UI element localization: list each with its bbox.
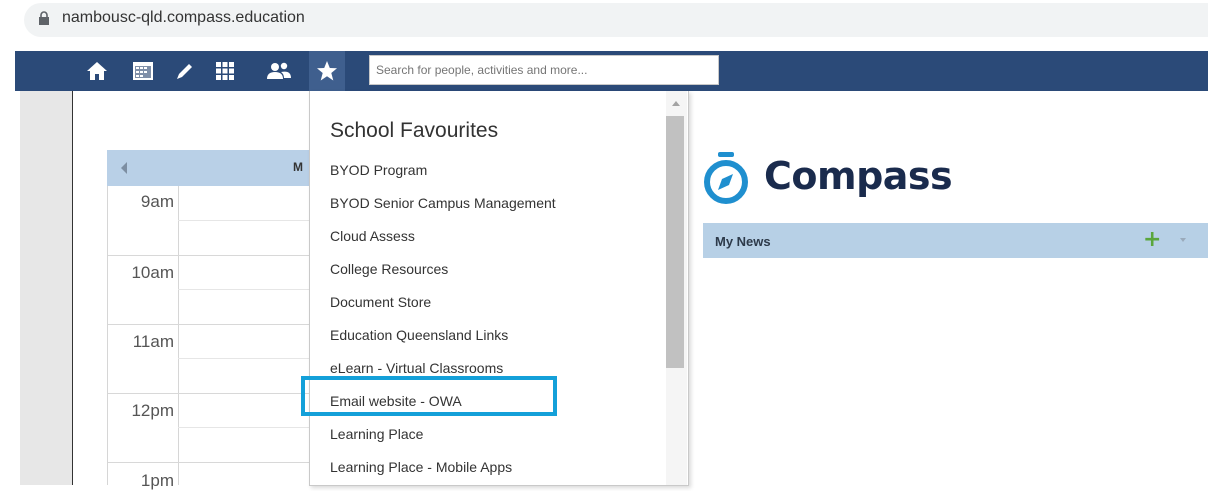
favourites-dropdown: School Favourites BYOD Program BYOD Seni… <box>309 91 689 486</box>
favourite-item[interactable]: College Resources <box>330 261 448 277</box>
favourite-item[interactable]: BYOD Senior Campus Management <box>330 195 556 211</box>
favourites-title: School Favourites <box>330 119 499 142</box>
half-hour-line <box>178 220 311 221</box>
highlight-box <box>301 376 557 416</box>
favourite-item[interactable]: Learning Place <box>330 426 423 442</box>
half-hour-line <box>178 427 311 428</box>
browser-address-bar: nambousc-qld.compass.education <box>0 0 1208 42</box>
calendar-day-label: M <box>293 160 303 174</box>
half-hour-line <box>178 358 311 359</box>
hour-line <box>108 462 311 463</box>
people-icon[interactable] <box>261 51 297 91</box>
lock-icon <box>39 11 49 25</box>
hour-label: 1pm <box>140 471 174 490</box>
favourite-item[interactable]: eLearn - Virtual Classrooms <box>330 360 503 376</box>
favourite-item[interactable]: Education Queensland Links <box>330 327 508 343</box>
pencil-icon[interactable] <box>167 51 203 91</box>
calendar-body: 9am 10am 11am 12pm 1pm <box>107 186 311 490</box>
hour-line <box>108 255 311 256</box>
chevron-down-icon[interactable] <box>1180 238 1186 242</box>
half-hour-line <box>178 289 311 290</box>
hour-label: 12pm <box>131 401 174 420</box>
url-text[interactable]: nambousc-qld.compass.education <box>62 9 305 27</box>
favourite-item[interactable]: Cloud Assess <box>330 228 415 244</box>
hour-line <box>108 324 311 325</box>
prev-day-arrow-icon[interactable] <box>121 162 127 174</box>
my-news-header: My News + <box>703 223 1208 258</box>
add-news-plus-icon[interactable]: + <box>1143 227 1161 252</box>
favourite-item[interactable]: Learning Place - Mobile Apps <box>330 459 512 475</box>
favourite-item[interactable]: Document Store <box>330 294 431 310</box>
hour-label: 10am <box>131 263 174 282</box>
star-icon[interactable] <box>309 51 345 91</box>
grid-icon[interactable] <box>207 51 243 91</box>
calendar-header: M <box>107 150 310 186</box>
compass-icon <box>704 152 748 204</box>
left-divider <box>72 91 73 485</box>
compass-brand-name: Compass <box>764 154 953 198</box>
dropdown-scrollbar-thumb[interactable] <box>666 116 684 368</box>
calendar-widget: M 9am 10am 11am 12pm 1pm <box>107 150 327 490</box>
hour-label: 11am <box>132 332 174 351</box>
hour-line <box>108 393 311 394</box>
favourite-item[interactable]: BYOD Program <box>330 162 427 178</box>
my-news-label: My News <box>715 234 771 249</box>
home-icon[interactable] <box>79 51 115 91</box>
hour-label: 9am <box>140 192 174 211</box>
scroll-up-arrow-icon[interactable] <box>672 101 680 106</box>
search-input[interactable] <box>369 55 719 85</box>
calendar-icon[interactable] <box>125 51 161 91</box>
left-gutter <box>20 91 72 485</box>
